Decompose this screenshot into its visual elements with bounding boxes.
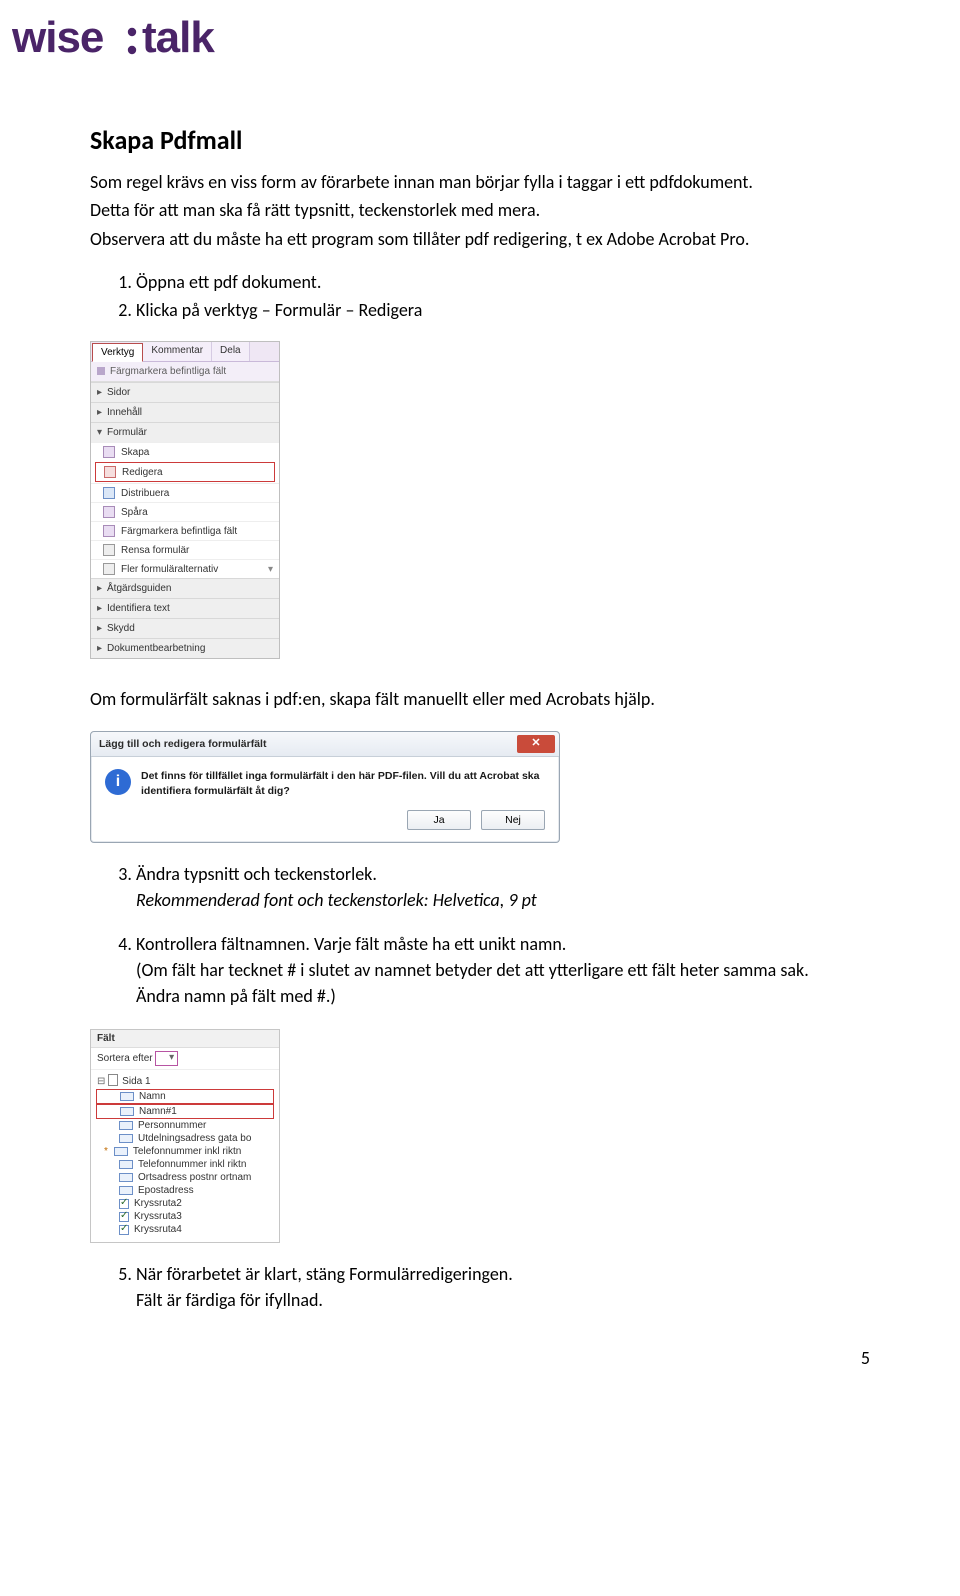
panel-tabs: Verktyg Kommentar Dela [91, 342, 279, 362]
clear-icon [103, 544, 115, 556]
chevron-right-icon: ▾ [268, 564, 273, 575]
dialog-title: Lägg till och redigera formulärfält [99, 738, 266, 750]
field-epost[interactable]: Epostadress [95, 1184, 275, 1197]
acrobat-tools-panel: Verktyg Kommentar Dela Färgmarkera befin… [90, 341, 280, 659]
step-1: Öppna ett pdf dokument. [136, 269, 870, 295]
brand-logo: wise talk [0, 0, 960, 76]
field-personnummer[interactable]: Personnummer [95, 1119, 275, 1132]
document-page: Skapa Pdfmall Som regel krävs en viss fo… [0, 124, 960, 1409]
page-icon [108, 1074, 118, 1086]
textfield-icon [114, 1147, 128, 1156]
acc-identifiera[interactable]: Identifiera text [91, 598, 279, 618]
step-4-line3: Ändra namn på fält med #.) [136, 983, 870, 1009]
sort-row: Sortera efter [91, 1048, 279, 1070]
add-fields-dialog: Lägg till och redigera formulärfält ✕ i … [90, 731, 560, 842]
tab-kommentar[interactable]: Kommentar [143, 342, 212, 361]
panel-toolbar: Färgmarkera befintliga fält [91, 362, 279, 382]
textfield-icon [119, 1121, 133, 1130]
sort-label: Sortera efter [97, 1053, 153, 1064]
more-icon [103, 563, 115, 575]
steps-list-4: När förarbetet är klart, stäng Formulärr… [90, 1261, 870, 1313]
step-5: När förarbetet är klart, stäng Formulärr… [136, 1261, 870, 1313]
textfield-icon [119, 1134, 133, 1143]
dialog-titlebar: Lägg till och redigera formulärfält ✕ [91, 732, 559, 757]
checkbox-icon [119, 1225, 129, 1235]
field-telefon-1[interactable]: *Telefonnummer inkl riktn [95, 1145, 275, 1158]
field-kryssruta3[interactable]: Kryssruta3 [95, 1210, 275, 1223]
field-namn-dup[interactable]: Namn#1 [96, 1104, 274, 1119]
row-skapa[interactable]: Skapa [91, 442, 279, 461]
steps-list-3: Kontrollera fältnamnen. Varje fält måste… [90, 931, 870, 1009]
steps-list-2: Ändra typsnitt och teckenstorlek. Rekomm… [90, 861, 870, 913]
acc-innehall[interactable]: Innehåll [91, 402, 279, 422]
row-rensa[interactable]: Rensa formulär [91, 540, 279, 559]
info-icon: i [105, 769, 131, 795]
acc-skydd[interactable]: Skydd [91, 618, 279, 638]
steps-list-1: Öppna ett pdf dokument. Klicka på verkty… [90, 269, 870, 323]
page-number: 5 [90, 1347, 870, 1369]
field-kryssruta4[interactable]: Kryssruta4 [95, 1223, 275, 1236]
field-telefon-2[interactable]: Telefonnummer inkl riktn [95, 1158, 275, 1171]
acc-formular[interactable]: Formulär [91, 422, 279, 442]
textfield-icon [120, 1092, 134, 1101]
textfield-icon [119, 1186, 133, 1195]
row-redigera[interactable]: Redigera [95, 462, 275, 482]
edit-icon [104, 466, 116, 478]
intro-line-1: Som regel krävs en viss form av förarbet… [90, 170, 870, 194]
row-spara[interactable]: Spåra [91, 502, 279, 521]
accordion-bottom: Åtgärdsguiden Identifiera text Skydd Dok… [91, 578, 279, 658]
step-3: Ändra typsnitt och teckenstorlek. Rekomm… [136, 861, 870, 913]
highlight-fields-icon [103, 525, 115, 537]
form-actions-list: Skapa Redigera Distribuera Spåra Färgmar… [91, 442, 279, 578]
field-utdelningsadress[interactable]: Utdelningsadress gata bo [95, 1132, 275, 1145]
svg-text:talk: talk [142, 13, 215, 62]
create-icon [103, 446, 115, 458]
checkbox-icon [119, 1212, 129, 1222]
step-5-line2: Fält är färdiga för ifyllnad. [136, 1287, 870, 1313]
field-kryssruta2[interactable]: Kryssruta2 [95, 1197, 275, 1210]
row-fargmarkera[interactable]: Färgmarkera befintliga fält [91, 521, 279, 540]
intro-line-3: Observera att du måste ha ett program so… [90, 227, 870, 251]
mid-paragraph: Om formulärfält saknas i pdf:en, skapa f… [90, 687, 870, 711]
close-icon[interactable]: ✕ [517, 735, 555, 753]
fields-tree: Sida 1 Namn Namn#1 Personnummer Utdelnin… [91, 1070, 279, 1242]
track-icon [103, 506, 115, 518]
dialog-body: i Det finns för tillfället inga formulär… [91, 757, 559, 803]
acc-atgardsguiden[interactable]: Åtgärdsguiden [91, 578, 279, 598]
sort-dropdown[interactable] [155, 1051, 178, 1066]
field-namn[interactable]: Namn [96, 1089, 274, 1104]
section-title: Skapa Pdfmall [90, 124, 870, 156]
distribute-icon [103, 487, 115, 499]
step-4: Kontrollera fältnamnen. Varje fält måste… [136, 931, 870, 1009]
row-fler[interactable]: Fler formuläralternativ▾ [91, 559, 279, 578]
fields-panel: Fält Sortera efter Sida 1 Namn Namn#1 Pe… [90, 1029, 280, 1243]
dialog-message: Det finns för tillfället inga formulärfä… [141, 769, 545, 797]
checkbox-icon [119, 1199, 129, 1209]
textfield-icon [120, 1107, 134, 1116]
yes-button[interactable]: Ja [407, 810, 471, 830]
step-3-sub: Rekommenderad font och teckenstorlek: He… [136, 887, 870, 913]
row-distribuera[interactable]: Distribuera [91, 483, 279, 502]
step-2: Klicka på verktyg – Formulär – Redigera [136, 297, 870, 323]
accordion-top: Sidor Innehåll Formulär [91, 382, 279, 442]
intro-line-2: Detta för att man ska få rätt typsnitt, … [90, 198, 870, 222]
highlight-icon [97, 367, 105, 375]
field-ortsadress[interactable]: Ortsadress postnr ortnam [95, 1171, 275, 1184]
tab-dela[interactable]: Dela [212, 342, 250, 361]
svg-text:wise: wise [12, 13, 103, 62]
textfield-icon [119, 1173, 133, 1182]
page-node[interactable]: Sida 1 [95, 1072, 275, 1089]
step-4-line2: (Om fält har tecknet # i slutet av namne… [136, 957, 870, 983]
acc-sidor[interactable]: Sidor [91, 382, 279, 402]
no-button[interactable]: Nej [481, 810, 545, 830]
star-icon: * [104, 1146, 108, 1157]
fields-header: Fält [91, 1030, 279, 1048]
textfield-icon [119, 1160, 133, 1169]
acc-dokumentbearb[interactable]: Dokumentbearbetning [91, 638, 279, 658]
dialog-buttons: Ja Nej [91, 804, 559, 842]
tab-verktyg[interactable]: Verktyg [92, 343, 143, 362]
